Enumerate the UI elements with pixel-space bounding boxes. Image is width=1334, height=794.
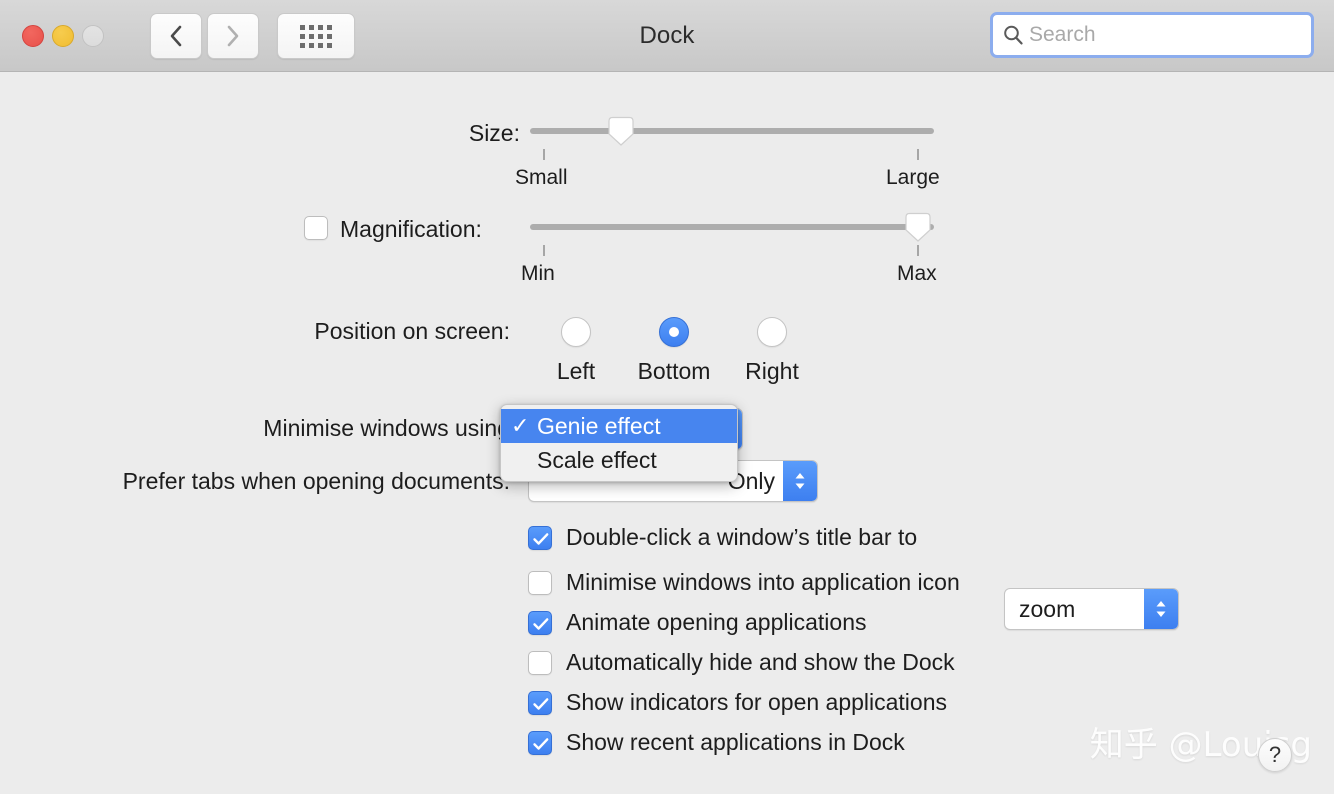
checkmark-icon: ✓: [511, 413, 537, 439]
search-icon: [1001, 23, 1025, 47]
magnification-slider-tick-min: [543, 245, 545, 256]
double-click-row: Double-click a window’s title bar to: [528, 524, 917, 551]
position-radio-right-label: Right: [712, 358, 832, 385]
size-slider-thumb[interactable]: [605, 116, 637, 146]
checkbox-row-auto-hide: Automatically hide and show the Dock: [528, 649, 955, 676]
checkbox-row-show-recent: Show recent applications in Dock: [528, 729, 905, 756]
menu-item-label: Genie effect: [537, 413, 661, 440]
help-button[interactable]: ?: [1258, 738, 1292, 772]
auto-hide-dock-checkbox[interactable]: [528, 651, 552, 675]
size-slider-tick-min: [543, 149, 545, 160]
show-indicators-checkbox[interactable]: [528, 691, 552, 715]
double-click-action-value: zoom: [1005, 596, 1144, 623]
search-field[interactable]: [990, 12, 1314, 58]
checkbox-label: Minimise windows into application icon: [566, 569, 960, 596]
checkbox-row-show-indicators: Show indicators for open applications: [528, 689, 947, 716]
show-recent-applications-checkbox[interactable]: [528, 731, 552, 755]
magnification-slider-tick-max: [917, 245, 919, 256]
checkmark-icon: [529, 612, 553, 636]
minimise-effect-label: Minimise windows using: [130, 415, 510, 442]
position-radio-left[interactable]: [561, 317, 591, 347]
position-on-screen-label: Position on screen:: [200, 318, 510, 345]
menu-item-label: Scale effect: [537, 447, 657, 474]
window-titlebar: Dock: [0, 0, 1334, 72]
double-click-checkbox[interactable]: [528, 526, 552, 550]
menu-item-genie-effect[interactable]: ✓ Genie effect: [501, 409, 737, 443]
animate-opening-applications-checkbox[interactable]: [528, 611, 552, 635]
size-slider-track[interactable]: [530, 128, 934, 134]
checkbox-label: Show recent applications in Dock: [566, 729, 905, 756]
checkbox-row-minimise-into-icon: Minimise windows into application icon: [528, 569, 960, 596]
minimise-into-app-icon-checkbox[interactable]: [528, 571, 552, 595]
size-slider-tick-max: [917, 149, 919, 160]
double-click-label: Double-click a window’s title bar to: [566, 524, 917, 551]
position-radio-bottom[interactable]: [659, 317, 689, 347]
magnification-slider-track[interactable]: [530, 224, 934, 230]
checkmark-icon: [529, 692, 553, 716]
size-slider-min-label: Small: [515, 166, 568, 190]
magnification-slider-max-label: Max: [897, 262, 937, 286]
menu-item-scale-effect[interactable]: Scale effect: [501, 443, 737, 477]
magnification-slider-min-label: Min: [521, 262, 555, 286]
checkbox-row-animate-opening: Animate opening applications: [528, 609, 866, 636]
checkbox-label: Automatically hide and show the Dock: [566, 649, 955, 676]
search-input[interactable]: [1029, 23, 1303, 47]
double-click-action-popup-button[interactable]: zoom: [1004, 588, 1179, 630]
magnification-label: Magnification:: [340, 216, 482, 243]
prefer-tabs-label: Prefer tabs when opening documents:: [48, 468, 510, 495]
magnification-checkbox[interactable]: [304, 216, 328, 240]
magnification-slider-thumb[interactable]: [902, 212, 934, 242]
checkbox-label: Animate opening applications: [566, 609, 866, 636]
checkbox-label: Show indicators for open applications: [566, 689, 947, 716]
size-slider-max-label: Large: [886, 166, 940, 190]
minimise-effect-dropdown-menu: ✓ Genie effect Scale effect: [500, 404, 738, 482]
checkmark-icon: [529, 732, 553, 756]
chevron-updown-icon: [783, 461, 817, 501]
size-label: Size:: [300, 120, 520, 147]
chevron-updown-icon: [1144, 589, 1178, 629]
position-radio-right[interactable]: [757, 317, 787, 347]
checkmark-icon: [529, 527, 553, 551]
